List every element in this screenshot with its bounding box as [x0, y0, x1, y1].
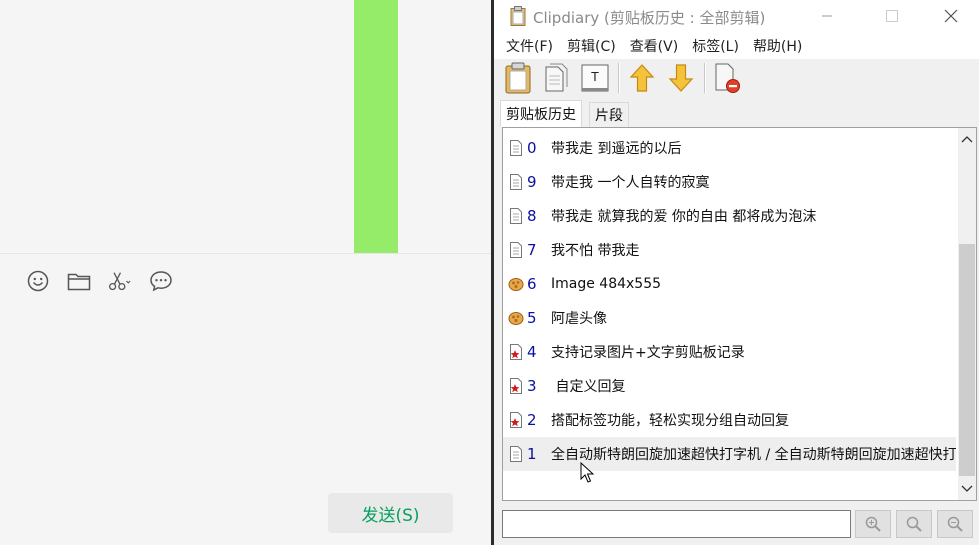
scrollbar-thumb[interactable] [959, 244, 975, 476]
clip-number: 5 [527, 309, 537, 327]
clip-number: 8 [527, 207, 537, 225]
image-clip-icon [508, 309, 524, 327]
toolbar-separator [704, 63, 706, 93]
zoom-out-search-icon[interactable] [937, 510, 973, 538]
title-bar[interactable]: Clipdiary (剪贴板历史 : 全部剪辑) [494, 0, 979, 33]
clip-item[interactable]: 9 带走我 一个人自转的寂寞 [503, 165, 956, 199]
text-clip-icon [508, 173, 524, 191]
chat-toolbar [26, 266, 173, 296]
clip-item[interactable]: 6 Image 484x555 [503, 267, 956, 301]
chat-bubble-icon[interactable] [149, 266, 173, 296]
scroll-up-icon[interactable] [958, 130, 976, 148]
copy-icon[interactable] [539, 61, 573, 95]
scissors-icon[interactable] [108, 266, 132, 296]
minimize-button[interactable] [804, 0, 850, 32]
vertical-scrollbar[interactable] [958, 128, 976, 500]
clip-number: 6 [527, 275, 537, 293]
svg-text:T: T [591, 69, 599, 84]
clipdiary-window: Clipdiary (剪贴板历史 : 全部剪辑) 文件(F) 剪辑(C) 查看(… [494, 0, 979, 545]
chat-divider [0, 253, 491, 254]
move-up-icon[interactable] [625, 61, 659, 95]
tab-snippets[interactable]: 片段 [589, 102, 629, 127]
clip-number: 9 [527, 173, 537, 191]
clip-number: 4 [527, 343, 537, 361]
clipboard-app-icon [510, 6, 526, 26]
clip-item[interactable]: 3 自定义回复 [503, 369, 956, 403]
clip-text: 带我走 到遥远的以后 [551, 141, 682, 157]
move-down-icon[interactable] [664, 61, 698, 95]
search-icon[interactable] [896, 510, 932, 538]
clip-text: 阿虐头像 [551, 311, 607, 327]
sent-message-bubble [354, 0, 398, 253]
menu-file[interactable]: 文件(F) [506, 33, 553, 59]
clip-number: 3 [527, 377, 537, 395]
text-clip-icon [508, 445, 524, 463]
close-button[interactable] [928, 0, 974, 32]
maximize-button[interactable] [869, 0, 915, 32]
text-clip-icon [508, 207, 524, 225]
clip-text: 自定义回复 [551, 379, 626, 395]
menu-bar: 文件(F) 剪辑(C) 查看(V) 标签(L) 帮助(H) [494, 33, 979, 59]
folder-icon[interactable] [67, 266, 91, 296]
menu-help[interactable]: 帮助(H) [753, 33, 802, 59]
menu-clip[interactable]: 剪辑(C) [567, 33, 616, 59]
clip-text: 我不怕 带我走 [551, 243, 640, 259]
clip-number: 7 [527, 241, 537, 259]
menu-view[interactable]: 查看(V) [630, 33, 679, 59]
clip-text: Image 484x555 [551, 276, 662, 292]
clip-number: 1 [527, 445, 537, 463]
text-clip-icon [508, 139, 524, 157]
clip-text: 支持记录图片+文字剪贴板记录 [551, 345, 745, 361]
clip-item[interactable]: 4 支持记录图片+文字剪贴板记录 [503, 335, 956, 369]
window-title: Clipdiary (剪贴板历史 : 全部剪辑) [533, 9, 766, 27]
clip-item[interactable]: 7 我不怕 带我走 [503, 233, 956, 267]
paste-text-icon[interactable]: T [578, 61, 612, 95]
clip-text: 带我走 就算我的爱 你的自由 都将成为泡沫 [551, 209, 817, 225]
delete-icon[interactable] [710, 61, 744, 95]
starred-clip-icon [508, 377, 524, 395]
clip-text: 全自动斯特朗回旋加速超快打字机 / 全自动斯特朗回旋加速超快打字机 [551, 447, 956, 463]
image-clip-icon [508, 275, 524, 293]
clip-number: 0 [527, 139, 537, 157]
clip-item[interactable]: 0 带我走 到遥远的以后 [503, 131, 956, 165]
smiley-icon[interactable] [26, 266, 50, 296]
clip-item[interactable]: 5 阿虐头像 [503, 301, 956, 335]
tab-clipboard-history[interactable]: 剪贴板历史 [500, 100, 582, 127]
chat-window: 发送(S) [0, 0, 491, 545]
clip-item[interactable]: 8 带我走 就算我的爱 你的自由 都将成为泡沫 [503, 199, 956, 233]
clip-item[interactable]: 2 搭配标签功能，轻松实现分组自动回复 [503, 403, 956, 437]
starred-clip-icon [508, 411, 524, 429]
clip-list[interactable]: 0 带我走 到遥远的以后 9 带走我 一个人自转的寂寞 8 带我走 就算我的爱 你的自由 … [502, 127, 977, 501]
send-button[interactable]: 发送(S) [328, 493, 453, 533]
zoom-in-search-icon[interactable] [855, 510, 891, 538]
clip-item[interactable]: 1 全自动斯特朗回旋加速超快打字机 / 全自动斯特朗回旋加速超快打字机 [503, 437, 956, 471]
search-input[interactable] [502, 510, 851, 538]
clip-text: 带走我 一个人自转的寂寞 [551, 175, 710, 191]
mouse-cursor-icon [580, 461, 595, 484]
clip-number: 2 [527, 411, 537, 429]
text-clip-icon [508, 241, 524, 259]
paste-icon[interactable] [501, 61, 535, 95]
toolbar-separator [618, 63, 620, 93]
clip-text: 搭配标签功能，轻松实现分组自动回复 [551, 413, 789, 429]
starred-clip-icon [508, 343, 524, 361]
menu-labels[interactable]: 标签(L) [692, 33, 739, 59]
scroll-down-icon[interactable] [958, 480, 976, 498]
toolbar: T [494, 59, 979, 98]
